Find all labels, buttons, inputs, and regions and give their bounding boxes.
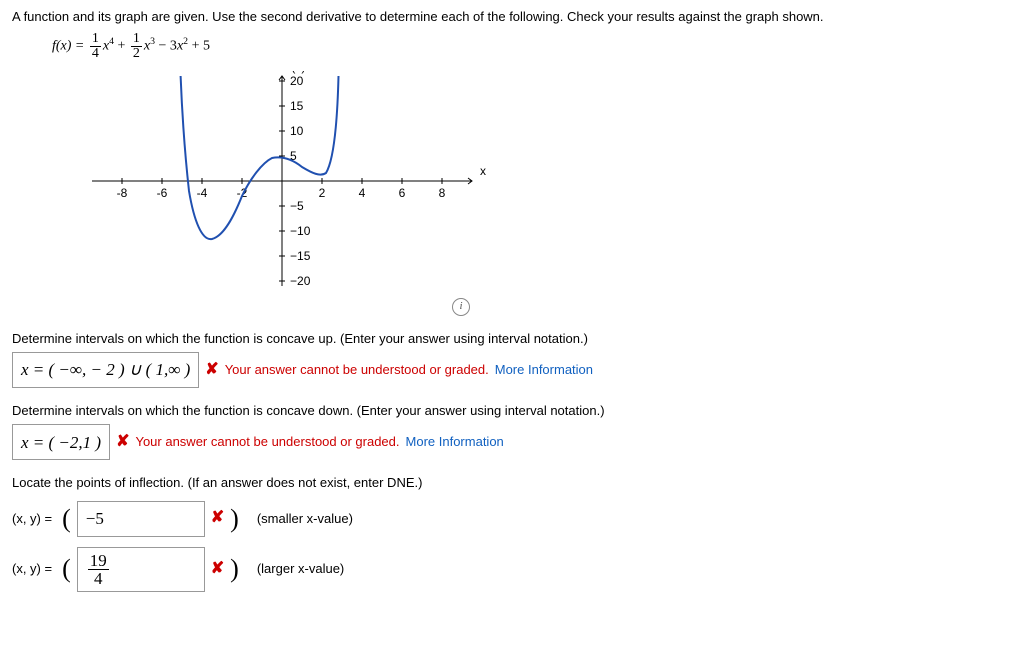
concave-down-answer[interactable]: x = ( −2,1 ) (12, 424, 110, 460)
svg-text:−15: −15 (290, 249, 311, 263)
svg-text:-6: -6 (157, 186, 168, 200)
svg-text:8: 8 (439, 186, 446, 200)
concave-up-answer[interactable]: x = ( −∞, − 2 ) ∪ ( 1,∞ ) (12, 352, 199, 388)
svg-text:−20: −20 (290, 274, 311, 288)
more-information-link[interactable]: More Information (495, 361, 593, 379)
xy-label: (x, y) = (12, 510, 52, 528)
svg-text:20: 20 (290, 74, 304, 88)
svg-text:4: 4 (359, 186, 366, 200)
info-icon[interactable]: i (452, 298, 470, 316)
concave-down-question: Determine intervals on which the functio… (12, 402, 1012, 460)
svg-text:10: 10 (290, 124, 304, 138)
inflection-prompt: Locate the points of inflection. (If an … (12, 474, 1012, 492)
svg-text:−5: −5 (290, 199, 304, 213)
close-paren: ) (230, 556, 239, 582)
svg-text:-8: -8 (117, 186, 128, 200)
inflection-answer-1[interactable]: −5 (77, 501, 205, 537)
open-paren: ( (62, 556, 71, 582)
larger-x-tag: (larger x-value) (257, 560, 344, 578)
intro-text: A function and its graph are given. Use … (12, 8, 1012, 26)
concave-up-question: Determine intervals on which the functio… (12, 330, 1012, 388)
svg-text:15: 15 (290, 99, 304, 113)
svg-text:2: 2 (319, 186, 326, 200)
feedback-text: Your answer cannot be understood or grad… (225, 361, 489, 379)
cross-icon: ✘ (116, 431, 129, 453)
smaller-x-tag: (smaller x-value) (257, 510, 353, 528)
close-paren: ) (230, 506, 239, 532)
cross-icon: ✘ (211, 507, 224, 529)
open-paren: ( (62, 506, 71, 532)
svg-text:x: x (480, 164, 486, 178)
svg-text:-4: -4 (197, 186, 208, 200)
cross-icon: ✘ (211, 558, 224, 580)
function-graph: -8 -6 -4 -2 2 4 6 8 20 15 10 5 −5 −10 −1… (72, 71, 1012, 316)
function-formula: f(x) = 14x4 + 12x3 − 3x2 + 5 (52, 32, 1012, 61)
svg-text:−10: −10 (290, 224, 311, 238)
concave-up-prompt: Determine intervals on which the functio… (12, 330, 1012, 348)
svg-text:6: 6 (399, 186, 406, 200)
inflection-answer-2[interactable]: 194 (77, 547, 205, 592)
curve (181, 76, 339, 239)
cross-icon: ✘ (205, 359, 218, 381)
svg-text:f(x): f(x) (288, 71, 305, 74)
feedback-text: Your answer cannot be understood or grad… (135, 433, 399, 451)
concave-down-prompt: Determine intervals on which the functio… (12, 402, 1012, 420)
xy-label: (x, y) = (12, 560, 52, 578)
more-information-link[interactable]: More Information (406, 433, 504, 451)
inflection-question: Locate the points of inflection. (If an … (12, 474, 1012, 591)
